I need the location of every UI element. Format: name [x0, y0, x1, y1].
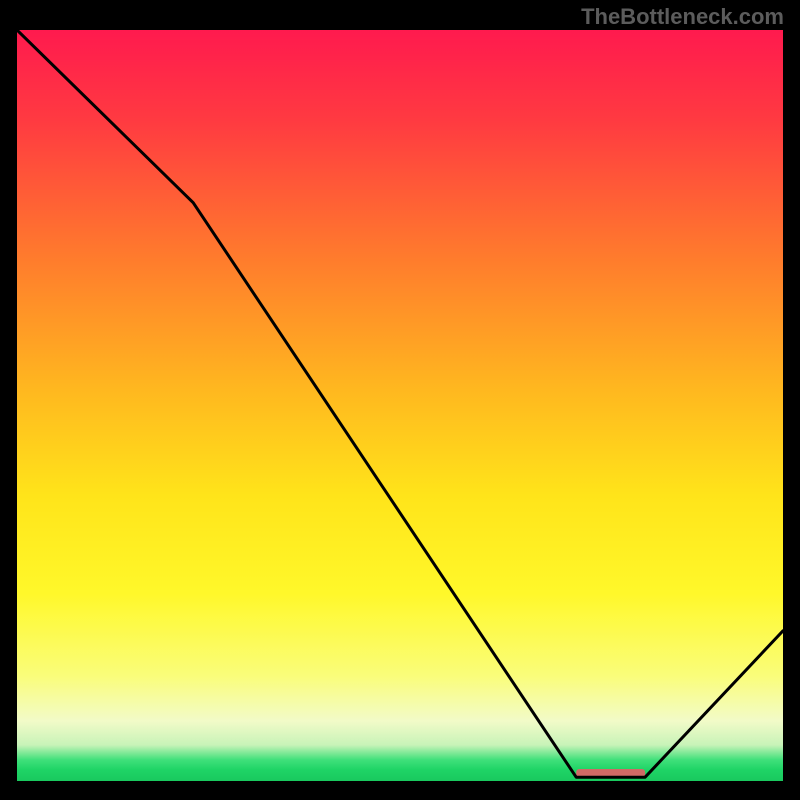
chart-area: [17, 30, 783, 781]
attribution-text: TheBottleneck.com: [581, 4, 784, 30]
